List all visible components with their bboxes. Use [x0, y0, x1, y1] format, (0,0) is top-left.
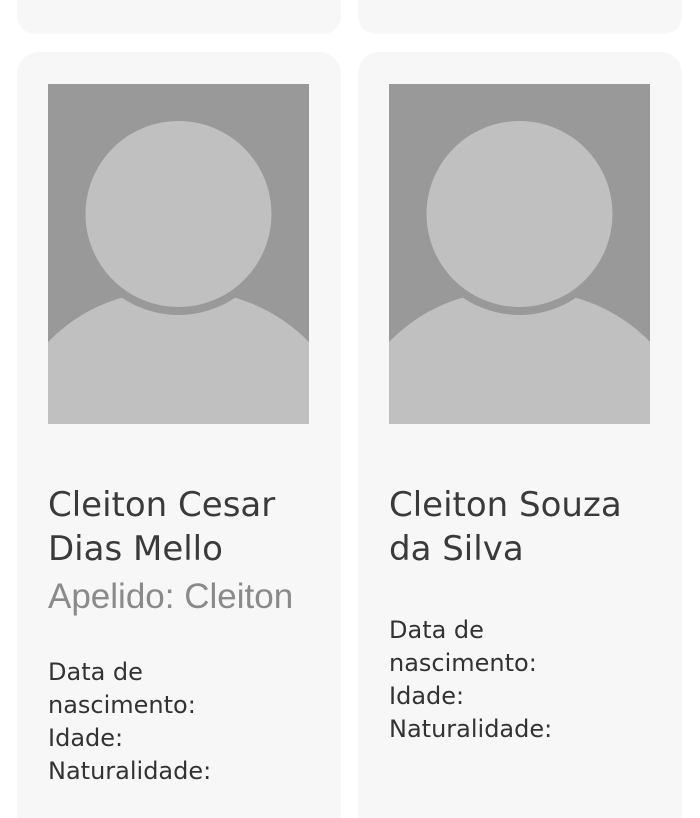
profile-card[interactable]: Cleiton Souza da Silva Data de nasciment… — [358, 52, 682, 818]
origin-label: Naturalidade: — [389, 715, 553, 743]
birth-date-label-line-1: Data de — [48, 658, 143, 686]
birth-date-label-line-2: nascimento: — [48, 691, 196, 719]
person-info: Data de nascimento: Idade: Naturalidade: — [48, 656, 308, 788]
age-label: Idade: — [48, 724, 124, 752]
person-name: Cleiton Cesar Dias Mello — [48, 483, 328, 571]
profile-card-top-left[interactable] — [17, 0, 341, 34]
birth-date-label-line-2: nascimento: — [389, 649, 537, 677]
person-name-line-2: Dias Mello — [48, 529, 223, 569]
person-info: Data de nascimento: Idade: Naturalidade: — [389, 614, 649, 746]
profile-grid: Cleiton Cesar Dias Mello Apelido: Cleito… — [0, 0, 700, 818]
person-name: Cleiton Souza da Silva — [389, 483, 669, 571]
person-nickname: Apelido: Cleiton — [48, 577, 294, 616]
birth-date-label-line-1: Data de — [389, 616, 484, 644]
origin-label: Naturalidade: — [48, 757, 212, 785]
profile-card[interactable]: Cleiton Cesar Dias Mello Apelido: Cleito… — [17, 52, 341, 818]
person-name-line-2: da Silva — [389, 529, 524, 569]
age-label: Idade: — [389, 682, 465, 710]
profile-card-top-right[interactable] — [358, 0, 682, 34]
avatar-placeholder-icon — [389, 84, 650, 424]
person-name-line-1: Cleiton Souza — [389, 485, 622, 525]
avatar-placeholder-icon — [48, 84, 309, 424]
person-name-line-1: Cleiton Cesar — [48, 485, 276, 525]
